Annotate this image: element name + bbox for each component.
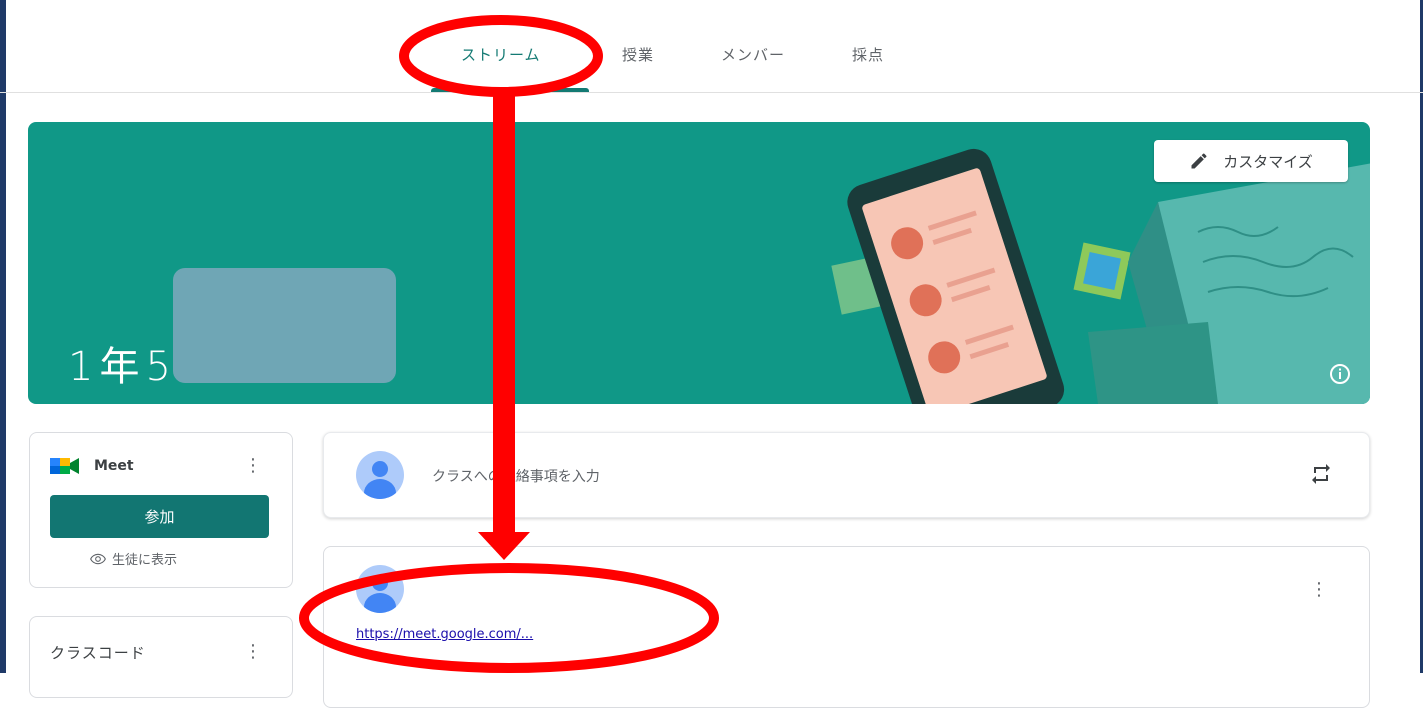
pencil-icon	[1191, 153, 1207, 169]
meet-card: Meet ⋮ 参加 生徒に表示	[29, 432, 293, 588]
customize-button[interactable]: カスタマイズ	[1154, 140, 1348, 182]
google-meet-icon	[50, 458, 79, 474]
eye-icon	[90, 553, 106, 564]
class-code-card: クラスコード ⋮	[29, 616, 293, 698]
class-title: 1年5	[68, 344, 177, 390]
active-tab-indicator	[431, 88, 589, 92]
announcement-composer[interactable]: クラスへの連絡事項を入力	[323, 432, 1370, 518]
info-icon[interactable]	[1328, 362, 1352, 386]
post-more-menu-icon[interactable]: ⋮	[1309, 577, 1329, 601]
tab-stream[interactable]: ストリーム	[461, 44, 541, 65]
show-students-label: 生徒に表示	[112, 553, 178, 568]
meet-more-menu-icon[interactable]: ⋮	[243, 453, 263, 477]
top-tab-bar: ストリーム 授業 メンバー 採点	[0, 0, 1423, 93]
tab-grades[interactable]: 採点	[852, 44, 884, 65]
meet-link[interactable]: https://meet.google.com/...	[356, 627, 533, 642]
meet-header: Meet	[50, 455, 134, 477]
announcement-placeholder[interactable]: クラスへの連絡事項を入力	[432, 466, 600, 486]
left-frame-border	[0, 0, 6, 673]
repost-icon[interactable]	[1309, 462, 1333, 486]
meet-title: Meet	[94, 458, 134, 474]
post-author-avatar	[356, 565, 404, 613]
class-banner: 1年5 カスタマイズ	[28, 122, 1370, 404]
customize-label: カスタマイズ	[1223, 152, 1313, 171]
class-code-more-menu-icon[interactable]: ⋮	[243, 639, 263, 663]
tab-people[interactable]: メンバー	[721, 44, 785, 65]
stream-post: ⋮ https://meet.google.com/...	[323, 546, 1370, 708]
join-button[interactable]: 参加	[50, 495, 269, 538]
visible-to-students[interactable]: 生徒に表示	[90, 549, 177, 568]
avatar	[356, 451, 404, 499]
class-code-label: クラスコード	[50, 644, 146, 662]
redacted-block	[173, 268, 396, 383]
tab-classwork[interactable]: 授業	[622, 44, 654, 65]
